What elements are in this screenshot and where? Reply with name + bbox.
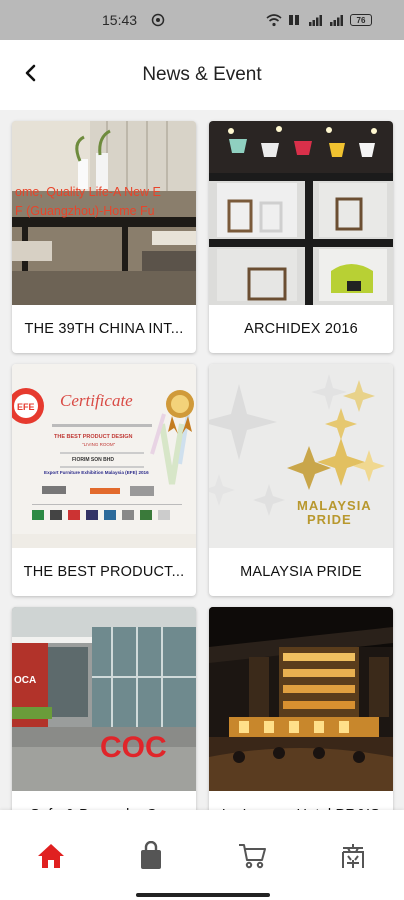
card-title: Sofa & Beyond – Co... <box>18 791 190 810</box>
efe-logo-text: EFE <box>17 402 35 412</box>
pride-logo-line2: PRIDE <box>307 512 352 527</box>
app-header: News & Event <box>0 40 404 110</box>
svg-text:OCA: OCA <box>14 675 36 686</box>
page-title: News & Event <box>142 64 262 85</box>
award-title: THE BEST PRODUCT DESIGN <box>54 434 133 440</box>
shopping-bag-icon <box>139 840 163 876</box>
news-card[interactable]: MALAYSIA PRIDE MALAYSIA PRIDE <box>209 364 393 596</box>
news-card[interactable]: ome, Quality Life-A New E F (Guangzhou)-… <box>12 121 196 353</box>
cart-icon <box>237 842 267 875</box>
card-title: THE 39TH CHINA INT... <box>24 321 184 337</box>
notification-icon <box>151 13 165 27</box>
battery-level: 76 <box>356 15 366 25</box>
signal-icon-2 <box>329 13 343 27</box>
overlay-text-line2: F (Guangzhou)-Home Fu <box>15 204 155 218</box>
signal-icon <box>308 13 322 27</box>
news-card[interactable]: Le Lounge Hotel PR&IS <box>209 607 393 810</box>
card-title: Le Lounge Hotel PR&IS <box>215 791 387 810</box>
card-image: MALAYSIA PRIDE <box>209 364 393 548</box>
card-image: EFE Certificate THE BEST PRODUCT DESIGN … <box>12 364 196 548</box>
nav-shop[interactable] <box>131 838 171 878</box>
card-image <box>209 607 393 791</box>
news-grid: ome, Quality Life-A New E F (Guangzhou)-… <box>0 110 404 810</box>
company-name: FIORIM SON BHD <box>72 457 114 463</box>
home-indicator[interactable] <box>136 893 270 897</box>
news-card[interactable]: OCA COC Sofa & Beyond – Co... <box>12 607 196 810</box>
certificate-heading: Certificate <box>60 391 133 410</box>
card-image: OCA COC <box>12 607 196 791</box>
data-icon <box>287 13 301 27</box>
bottom-nav <box>0 810 404 900</box>
sign-text: COC <box>100 731 167 764</box>
news-card[interactable]: ARCHIDEX 2016 <box>209 121 393 353</box>
award-subtitle: "LIVING ROOM" <box>82 442 116 447</box>
nav-home[interactable] <box>31 838 71 878</box>
back-button[interactable] <box>16 60 46 90</box>
overlay-text-line1: ome, Quality Life-A New E <box>15 185 161 199</box>
nav-cart[interactable] <box>232 838 272 878</box>
card-image: ome, Quality Life-A New E F (Guangzhou)-… <box>12 121 196 305</box>
card-title: THE BEST PRODUCT... <box>23 564 185 580</box>
event-name: Export Furniture Exhibition Malaysia (EF… <box>44 470 149 475</box>
card-title: MALAYSIA PRIDE <box>240 564 362 580</box>
status-bar: 15:43 76 <box>0 0 404 40</box>
card-title: ARCHIDEX 2016 <box>244 321 358 337</box>
nav-store[interactable] <box>333 838 373 878</box>
back-arrow-icon <box>23 64 39 87</box>
home-icon <box>36 842 66 875</box>
card-image <box>209 121 393 305</box>
wifi-icon <box>266 13 282 27</box>
status-time: 15:43 <box>102 12 138 28</box>
store-icon <box>339 842 367 875</box>
battery-icon: 76 <box>350 14 372 26</box>
news-card[interactable]: EFE Certificate THE BEST PRODUCT DESIGN … <box>12 364 196 596</box>
pride-logo-line1: MALAYSIA <box>297 498 372 513</box>
status-left: 15:43 <box>102 12 165 28</box>
status-right: 76 <box>266 13 372 27</box>
